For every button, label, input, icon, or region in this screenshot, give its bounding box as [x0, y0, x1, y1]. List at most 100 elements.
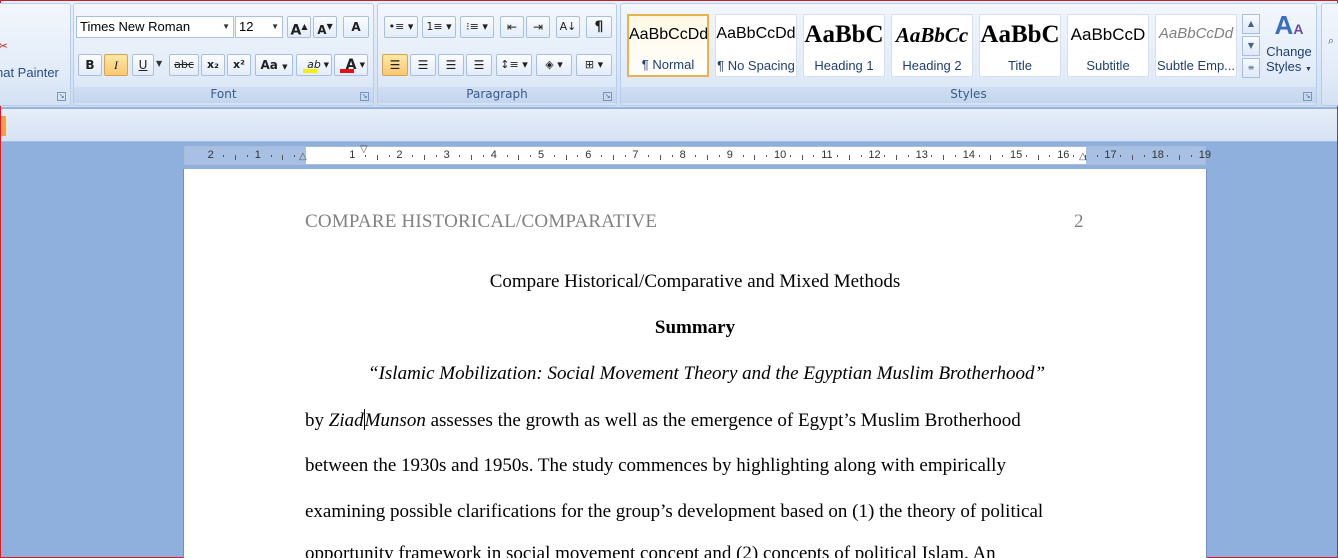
highlight-button[interactable]: ab ▼ [296, 54, 332, 76]
ruler-minor-tick [270, 155, 272, 157]
left-indent-marker[interactable]: △ [299, 151, 307, 162]
font-group: Times New Roman ▼ 12 ▼ A▲ A▼ A B I U ▼ a… [73, 3, 374, 106]
shading-button[interactable]: ◈ ▾ [536, 54, 572, 76]
change-styles-label-1: Change [1266, 44, 1312, 59]
chevron-down-icon: ▼ [359, 61, 365, 69]
grow-font-button[interactable]: A▲ [287, 16, 311, 39]
style-subtle-emphasis[interactable]: AaBbCcDd Subtle Emp... [1155, 14, 1237, 77]
subscript-button[interactable]: x₂ [201, 54, 225, 76]
body-line-2: between the 1930s and 1950s. The study c… [305, 455, 1006, 476]
chevron-down-icon: ▼ [282, 63, 288, 71]
align-left-icon: ☰ [389, 58, 401, 72]
chevron-down-icon[interactable]: ▼ [271, 17, 279, 37]
bold-button[interactable]: B [78, 54, 102, 76]
ruler-minor-tick [813, 155, 815, 157]
ruler-minor-tick [624, 155, 626, 157]
style-normal[interactable]: AaBbCcDd ¶ Normal [627, 14, 709, 77]
ruler-minor-tick [766, 155, 768, 157]
ruler-minor-tick [990, 155, 992, 160]
office-orb-edge [1, 116, 6, 136]
body-line-1: by ZiadMunson assesses the growth as wel… [305, 409, 1021, 432]
style-sample: AaBbCcD [1070, 25, 1146, 44]
ruler-minor-tick [848, 155, 850, 160]
decrease-indent-button[interactable]: ⇤ [500, 16, 524, 38]
ruler-minor-tick [837, 155, 838, 157]
align-center-button[interactable]: ☰ [410, 54, 436, 76]
style-heading-1[interactable]: AaBbC Heading 1 [803, 14, 885, 77]
borders-button[interactable]: ⊞ ▾ [576, 54, 612, 76]
paragraph-dialog-launcher-icon[interactable]: ↘ [603, 92, 612, 101]
change-styles-icon: AA [1274, 10, 1304, 40]
ruler-minor-tick [1143, 155, 1145, 157]
ruler-minor-tick [1002, 155, 1004, 157]
justify-icon: ☰ [473, 58, 485, 72]
ruler-minor-tick [884, 155, 886, 157]
chevron-down-icon[interactable]: ▼ [156, 59, 162, 68]
italic-button[interactable]: I [104, 54, 128, 76]
ruler-minor-tick [931, 155, 933, 157]
style-sample: AaBbC [804, 21, 884, 48]
first-line-indent-marker[interactable]: ▽ [360, 144, 368, 155]
find-icon[interactable]: ⌕ [1328, 34, 1334, 48]
font-size-combo[interactable]: 12 ▼ [235, 16, 283, 38]
change-case-button[interactable]: Aa ▼ [255, 54, 293, 76]
align-left-button[interactable]: ☰ [382, 54, 408, 76]
sort-button[interactable]: A↓ [556, 16, 580, 38]
ruler-minor-tick [1073, 155, 1074, 157]
style-heading-2[interactable]: AaBbCc Heading 2 [891, 14, 973, 77]
ruler-minor-tick [648, 155, 650, 157]
shrink-font-button[interactable]: A▼ [313, 16, 337, 38]
cut-icon[interactable]: ✂ [0, 39, 8, 53]
ruler-minor-tick [896, 155, 897, 160]
ruler-minor-tick [247, 155, 248, 157]
format-painter-button[interactable]: nat Painter [0, 65, 59, 80]
show-hide-button[interactable]: ¶ [586, 16, 612, 38]
underline-button[interactable]: U [132, 54, 154, 76]
line-spacing-button[interactable]: ↕≡ ▾ [496, 54, 532, 76]
chevron-down-icon[interactable]: ▼ [222, 17, 230, 37]
style-subtitle[interactable]: AaBbCcD Subtitle [1067, 14, 1149, 77]
ruler-tick-label: 8 [679, 149, 686, 161]
clipboard-dialog-launcher-icon[interactable]: ↘ [57, 92, 66, 101]
numbering-button[interactable]: 1≡ ▾ [422, 16, 456, 38]
style-no-spacing[interactable]: AaBbCcDd ¶ No Spacing [715, 14, 797, 77]
ruler-minor-tick [1179, 155, 1181, 160]
ruler-minor-tick [801, 155, 803, 160]
style-name: Subtle Emp... [1156, 58, 1236, 73]
align-right-button[interactable]: ☰ [438, 54, 464, 76]
ruler-minor-tick [471, 155, 473, 160]
font-dialog-launcher-icon[interactable]: ↘ [360, 92, 369, 101]
ruler-tick-label: 11 [821, 149, 833, 161]
bullets-button[interactable]: •≡ ▾ [384, 16, 418, 38]
ruler-minor-tick [943, 155, 945, 160]
by-text: by [305, 410, 329, 431]
strikethrough-button[interactable]: abc [169, 54, 199, 76]
ruler-tick-label: 13 [915, 149, 928, 161]
font-color-button[interactable]: A ▼ [334, 54, 368, 76]
superscript-button[interactable]: x² [227, 54, 251, 76]
document-page[interactable]: COMPARE HISTORICAL/COMPARATIVE 2 Compare… [184, 169, 1206, 558]
style-name: Heading 2 [902, 58, 962, 73]
ruler-tick-label: 2 [207, 149, 214, 161]
clear-formatting-button[interactable]: A [343, 16, 369, 38]
numbering-icon: 1≡ ▾ [426, 20, 452, 33]
style-title[interactable]: AaBbC Title [979, 14, 1061, 77]
horizontal-ruler[interactable]: ▽ △ △ 2 1 1 2 3 4 5 6 7 8 9 10 11 12 13 14 15 16 17 18 19 [184, 144, 1211, 165]
increase-indent-button[interactable]: ⇥ [526, 16, 550, 38]
gallery-scroll-up[interactable]: ▲ [1242, 14, 1260, 34]
styles-dialog-launcher-icon[interactable]: ↘ [1303, 92, 1312, 101]
ruler-minor-tick [860, 155, 862, 157]
multilevel-list-button[interactable]: ⁝≡ ▾ [460, 16, 494, 38]
ruler-minor-tick [1049, 155, 1051, 157]
ruler-minor-tick [1120, 155, 1122, 157]
gallery-more[interactable]: ≡ [1242, 58, 1260, 78]
font-size-value: 12 [239, 19, 254, 34]
font-name-combo[interactable]: Times New Roman ▼ [76, 16, 234, 38]
ruler-minor-tick [365, 155, 366, 157]
shrink-font-icon: A [317, 23, 327, 37]
gallery-scroll-down[interactable]: ▼ [1242, 36, 1260, 56]
change-styles-button[interactable]: AA Change Styles ▼ [1263, 10, 1315, 88]
justify-button[interactable]: ☰ [466, 54, 492, 76]
ruler-tick-label: 4 [490, 149, 497, 161]
ruler-minor-tick [660, 155, 661, 160]
